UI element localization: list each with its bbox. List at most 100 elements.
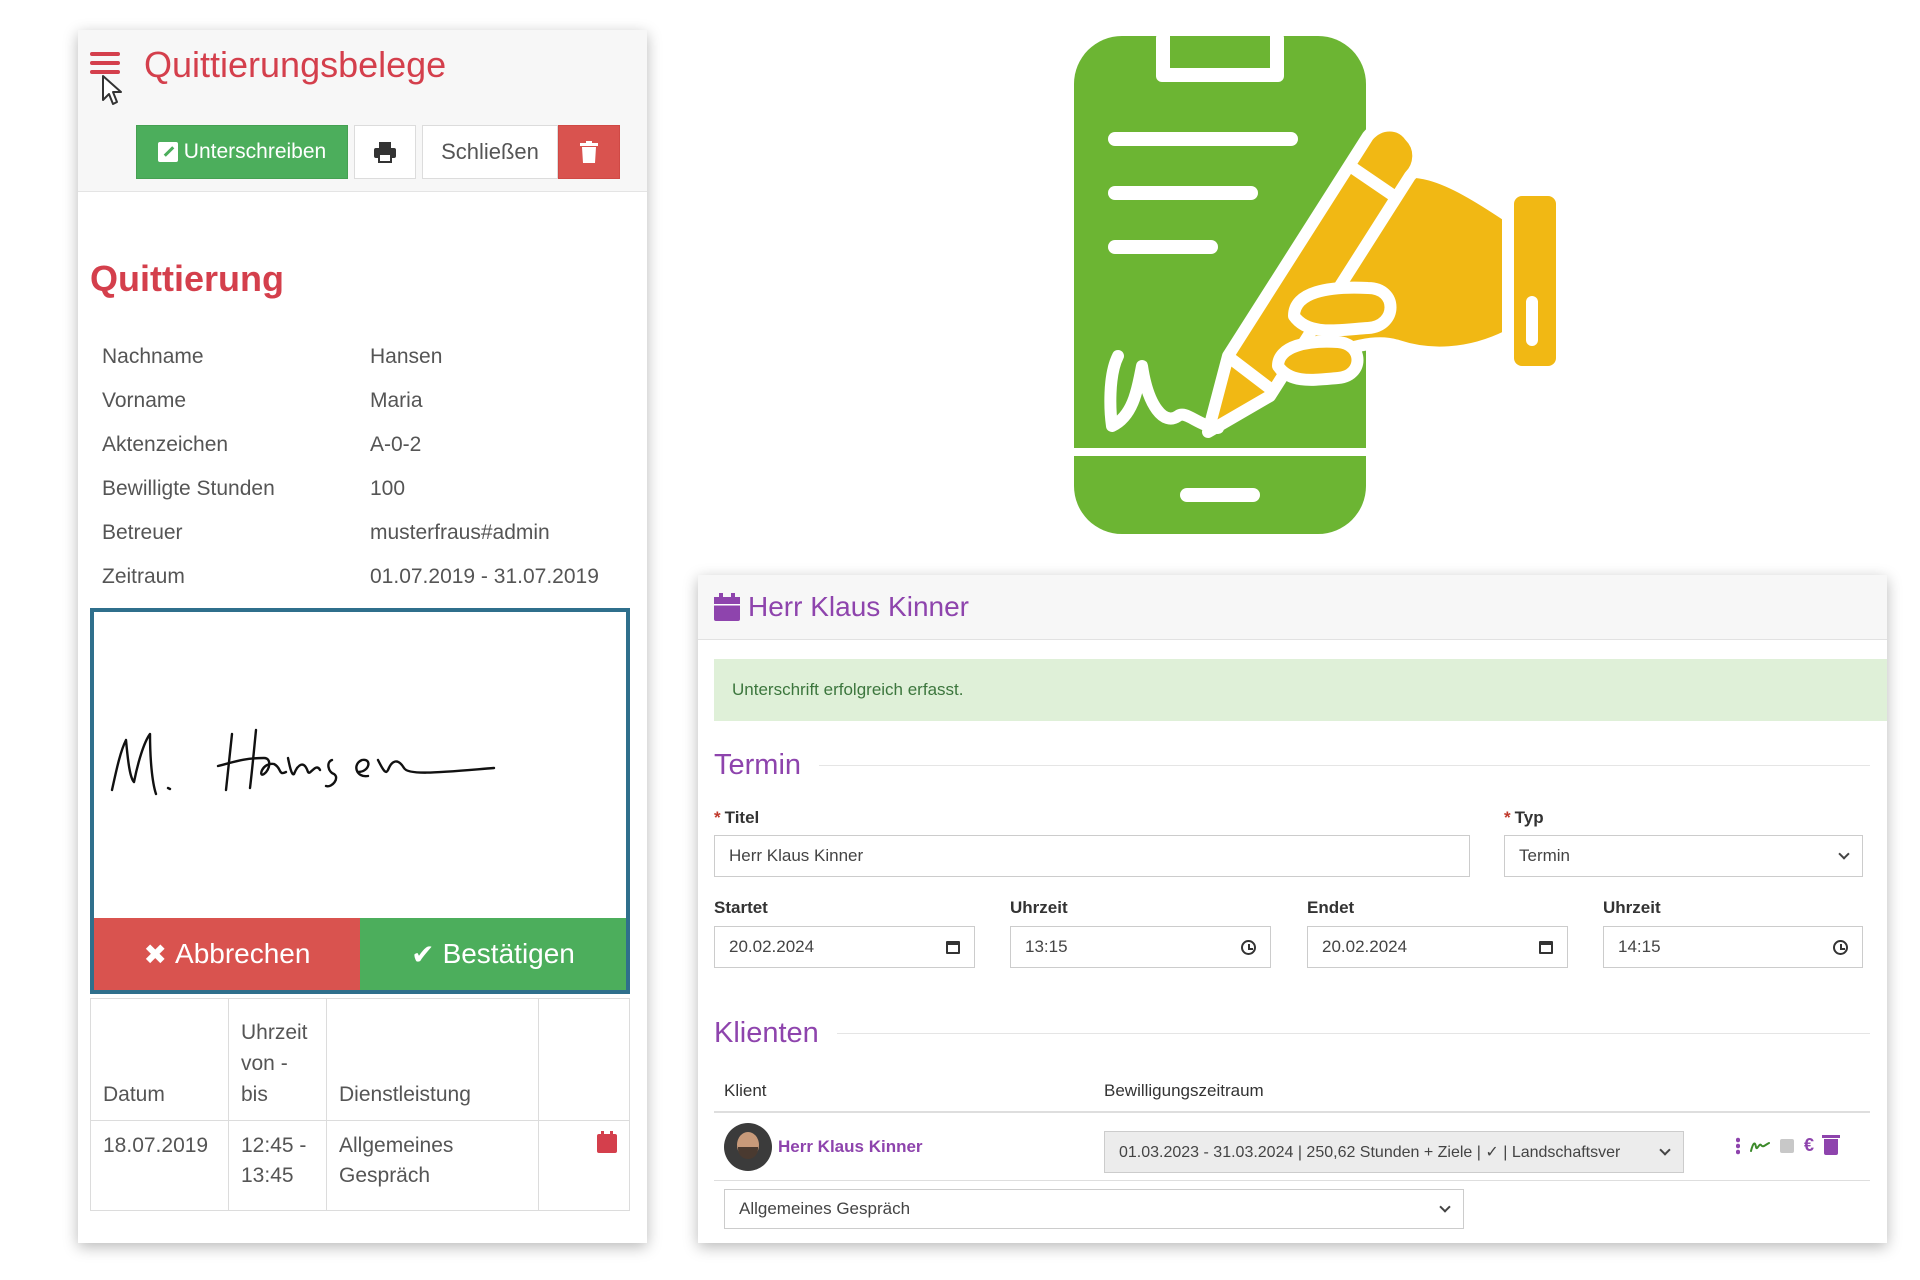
info-value: musterfraus#admin (370, 521, 550, 544)
info-key: Zeitraum (102, 565, 185, 588)
confirm-signature-button[interactable]: ✔ Bestätigen (360, 918, 626, 990)
start-time-value: 13:15 (1025, 937, 1068, 956)
success-alert: Unterschrift erfolgreich erfasst. (714, 659, 1887, 721)
cursor-icon (102, 75, 122, 105)
endet-label: Endet (1307, 898, 1355, 917)
receipts-panel: Quittierungsbelege Unterschreiben Schlie… (78, 30, 647, 1243)
divider (714, 1111, 1870, 1113)
col-header-dienstleistung: Dienstleistung (326, 998, 539, 1121)
startet-value: 20.02.2024 (729, 937, 815, 956)
typ-value: Termin (1519, 846, 1571, 865)
cell-uhrzeit: 12:45 - 13:45 (228, 1120, 327, 1211)
col-header-bewilligung: Bewilligungszeitraum (1104, 1081, 1264, 1100)
cell-dienstleistung: Allgemeines Gespräch (326, 1120, 539, 1211)
cancel-signature-button[interactable]: ✖ Abbrechen (94, 918, 360, 990)
chevron-down-icon (1838, 848, 1850, 860)
sign-button-label: Unterschreiben (183, 140, 327, 163)
bewilligung-select[interactable]: 01.03.2023 - 31.03.2024 | 250,62 Stunden… (1104, 1131, 1684, 1173)
close-button[interactable]: Schließen (422, 125, 558, 179)
signature-icon[interactable] (1750, 1139, 1770, 1153)
calendar-icon (714, 593, 740, 621)
klienten-legend-label: Klienten (714, 1017, 819, 1049)
info-value: Hansen (370, 345, 443, 368)
col-header-actions (538, 998, 630, 1121)
info-row: Vorname Maria (102, 379, 622, 423)
table-row: 18.07.2019 12:45 - 13:45 Allgemeines Ges… (90, 1120, 630, 1211)
signature-actions: ✖ Abbrechen ✔ Bestätigen (94, 918, 626, 990)
bewilligung-value: 01.03.2023 - 31.03.2024 | 250,62 Stunden… (1119, 1144, 1621, 1161)
titel-label: * Titel (714, 808, 759, 828)
clock-icon[interactable] (1241, 939, 1256, 955)
col-header-datum: Datum (90, 998, 229, 1121)
delete-button[interactable] (558, 125, 620, 179)
avatar (724, 1123, 772, 1171)
typ-select[interactable]: Termin (1504, 835, 1863, 877)
chevron-down-icon (1439, 1201, 1451, 1213)
startet-date-input[interactable]: 20.02.2024 (714, 926, 975, 968)
uhrzeit-start-label: Uhrzeit (1010, 898, 1068, 917)
divider (819, 765, 1870, 766)
check-icon: ✔ (411, 938, 435, 970)
sign-button[interactable]: Unterschreiben (136, 125, 348, 179)
edit-icon (157, 142, 178, 162)
receipts-header: Quittierungsbelege Unterschreiben Schlie… (78, 30, 647, 192)
klienten-legend: Klienten (714, 1017, 1870, 1050)
print-icon (374, 142, 396, 163)
cell-actions (538, 1120, 630, 1211)
info-key: Bewilligte Stunden (102, 477, 275, 500)
confirm-label: Bestätigen (442, 938, 575, 969)
titel-value: Herr Klaus Kinner (729, 846, 864, 865)
titel-input[interactable]: Herr Klaus Kinner (714, 835, 1470, 877)
info-key: Nachname (102, 345, 204, 368)
divider (836, 1033, 1870, 1034)
more-dots-icon[interactable] (1736, 1136, 1740, 1155)
close-icon: ✖ (143, 938, 168, 970)
typ-label: * Typ (1504, 808, 1544, 828)
info-value: 100 (370, 477, 406, 500)
cell-datum: 18.07.2019 (90, 1120, 229, 1211)
divider (714, 1180, 1870, 1181)
info-row: Zeitraum 01.07.2019 - 31.07.2019 (102, 555, 622, 599)
client-name-link[interactable]: Herr Klaus Kinner (778, 1137, 923, 1157)
receipt-toolbar: Unterschreiben Schließen (136, 125, 620, 179)
edit-icon[interactable] (1780, 1138, 1794, 1153)
col-header-uhrzeit: Uhrzeit von - bis (228, 998, 327, 1121)
endet-date-input[interactable]: 20.02.2024 (1307, 926, 1568, 968)
info-key: Betreuer (102, 521, 183, 544)
chevron-down-icon (1659, 1144, 1671, 1156)
info-row: Nachname Hansen (102, 335, 622, 379)
startet-label: Startet (714, 898, 768, 917)
receipt-info: Nachname Hansen Vorname Maria Aktenzeichen… (102, 335, 622, 599)
start-time-input[interactable]: 13:15 (1010, 926, 1271, 968)
info-row: Bewilligte Stunden 100 (102, 467, 622, 511)
date-picker-icon[interactable] (1539, 940, 1553, 954)
termin-legend-label: Termin (714, 749, 802, 781)
typ-label-text: Typ (1514, 808, 1544, 827)
phone-signature-illustration (1074, 36, 1556, 534)
signature-pad[interactable] (94, 612, 626, 922)
appointment-title: Herr Klaus Kinner (748, 591, 969, 622)
info-row: Betreuer musterfraus#admin (102, 511, 622, 555)
euro-icon[interactable]: € (1804, 1135, 1814, 1156)
print-button[interactable] (354, 125, 416, 179)
trash-icon[interactable] (1822, 1134, 1841, 1155)
required-marker: * (714, 808, 721, 827)
info-value: A-0-2 (370, 433, 422, 456)
info-value: Maria (370, 389, 423, 412)
calendar-icon[interactable] (597, 1131, 617, 1153)
dienstleistung-select[interactable]: Allgemeines Gespräch (724, 1189, 1464, 1229)
cancel-label: Abbrechen (175, 938, 311, 969)
appointment-header: Herr Klaus Kinner (698, 575, 1887, 640)
table-header-row: Datum Uhrzeit von - bis Dienstleistung (90, 998, 630, 1121)
required-marker: * (1504, 808, 1511, 827)
appointment-panel: Herr Klaus Kinner Unterschrift erfolgrei… (698, 575, 1887, 1243)
info-key: Vorname (102, 389, 187, 412)
termin-legend: Termin (714, 749, 1870, 782)
info-value: 01.07.2019 - 31.07.2019 (370, 565, 599, 588)
col-header-klient: Klient (724, 1081, 767, 1100)
services-table: Datum Uhrzeit von - bis Dienstleistung 1… (90, 998, 630, 1211)
end-time-input[interactable]: 14:15 (1603, 926, 1863, 968)
clock-icon[interactable] (1833, 939, 1848, 955)
info-row: Aktenzeichen A-0-2 (102, 423, 622, 467)
date-picker-icon[interactable] (946, 940, 960, 954)
